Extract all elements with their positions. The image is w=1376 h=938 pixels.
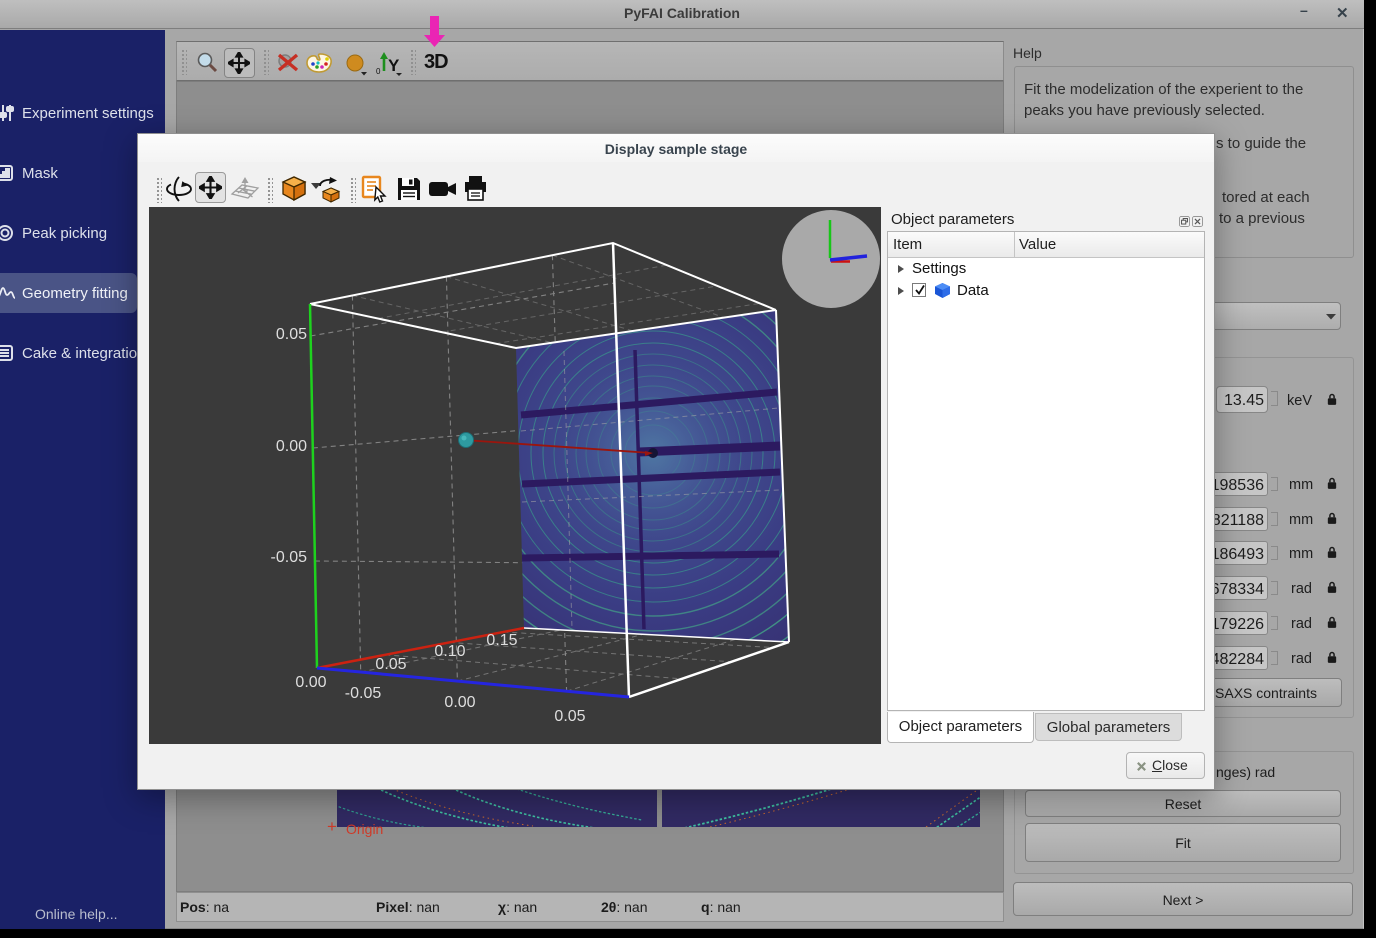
svg-text:0.05: 0.05: [276, 326, 307, 343]
svg-text:0.15: 0.15: [486, 632, 517, 649]
svg-text:0.05: 0.05: [554, 708, 585, 725]
svg-text:0.00: 0.00: [295, 674, 326, 691]
svg-text:0: 0: [376, 67, 381, 76]
svg-text:-0.05: -0.05: [345, 685, 382, 702]
svg-text:-0.05: -0.05: [271, 549, 308, 566]
svg-text:Y: Y: [388, 56, 400, 75]
svg-text:0.00: 0.00: [276, 438, 307, 455]
svg-text:0.05: 0.05: [375, 656, 406, 673]
svg-text:0.00: 0.00: [444, 694, 475, 711]
svg-text:0.10: 0.10: [434, 643, 465, 660]
